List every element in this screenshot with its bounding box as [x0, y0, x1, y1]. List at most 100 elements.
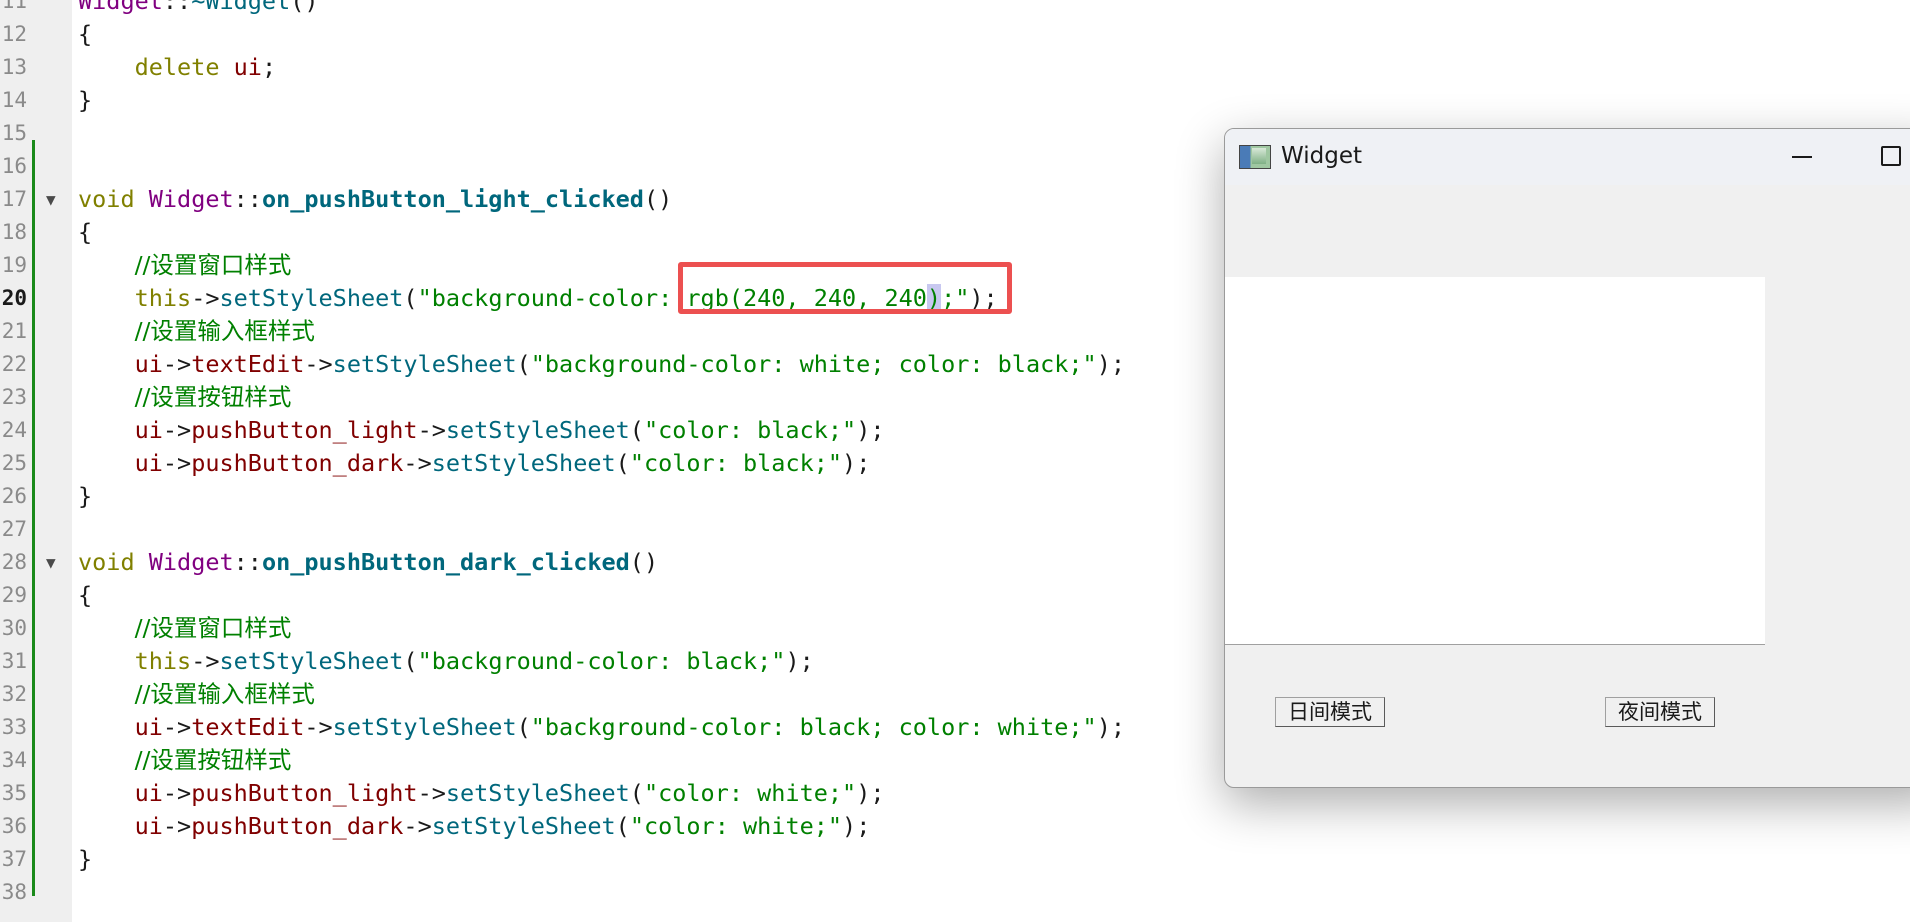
code-line[interactable]: 32 //设置输入框样式: [0, 678, 1200, 711]
fold-arrow-icon[interactable]: ▼: [46, 546, 56, 579]
code-line[interactable]: 34 //设置按钮样式: [0, 744, 1200, 777]
code-token: "color: white;": [643, 779, 857, 807]
code-token: ->: [162, 350, 192, 378]
code-text: //设置窗口样式: [78, 249, 292, 282]
text-edit[interactable]: [1225, 277, 1765, 645]
line-number: 36: [1, 814, 27, 838]
line-number: 21: [1, 319, 27, 343]
code-token: "color: white;": [629, 812, 843, 840]
code-token: (: [403, 284, 418, 312]
line-number: 22: [1, 352, 27, 376]
code-token: ui: [134, 713, 163, 741]
code-line[interactable]: 36 ui->pushButton_dark->setStyleSheet("c…: [0, 810, 1200, 843]
line-number: 14: [1, 88, 27, 112]
dark-mode-button[interactable]: 夜间模式: [1605, 697, 1715, 727]
window-titlebar[interactable]: Widget: [1225, 129, 1910, 185]
code-line[interactable]: 25 ui->pushButton_dark->setStyleSheet("c…: [0, 447, 1200, 480]
code-token: (: [516, 713, 531, 741]
maximize-icon[interactable]: [1865, 129, 1910, 185]
code-token: ->: [417, 779, 446, 807]
minimize-icon[interactable]: [1773, 129, 1829, 185]
code-token: ->: [191, 284, 220, 312]
code-line[interactable]: 29 {: [0, 579, 1200, 612]
code-token: );: [856, 779, 885, 807]
code-line[interactable]: 18 {: [0, 216, 1200, 249]
code-token: ;: [261, 53, 277, 81]
code-text: Widget::~Widget(): [78, 0, 319, 18]
code-line[interactable]: 37}: [0, 843, 1200, 876]
code-text: ui->pushButton_dark->setStyleSheet("colo…: [78, 447, 871, 480]
code-token: );: [1096, 713, 1125, 741]
code-line[interactable]: 20 this->setStyleSheet("background-color…: [0, 282, 1200, 315]
line-number: 19: [1, 253, 27, 277]
code-token: ->: [162, 449, 192, 477]
code-token: setStyleSheet: [445, 779, 630, 807]
code-token: "background-color: black; color: white;": [530, 713, 1097, 741]
code-line[interactable]: 35 ui->pushButton_light->setStyleSheet("…: [0, 777, 1200, 810]
code-line[interactable]: 21 //设置输入框样式: [0, 315, 1200, 348]
code-token: (: [629, 416, 644, 444]
line-number: 27: [1, 517, 27, 541]
code-text: {: [78, 579, 92, 612]
code-line[interactable]: 12 {: [0, 18, 1200, 51]
line-number: 33: [1, 715, 27, 739]
code-line[interactable]: 26}: [0, 480, 1200, 513]
code-token: ::: [162, 0, 192, 15]
line-number: 18: [1, 220, 27, 244]
code-token: ui: [134, 416, 163, 444]
code-token: (): [643, 185, 673, 213]
line-number: 13: [1, 55, 27, 79]
code-line[interactable]: 33 ui->textEdit->setStyleSheet("backgrou…: [0, 711, 1200, 744]
line-number: 28: [1, 550, 27, 574]
code-line[interactable]: 15: [0, 117, 1200, 150]
code-text: ui->pushButton_dark->setStyleSheet("colo…: [78, 810, 871, 843]
code-line[interactable]: 30 //设置窗口样式: [0, 612, 1200, 645]
code-text: //设置输入框样式: [78, 678, 315, 711]
code-token: (): [290, 0, 319, 15]
fold-arrow-icon[interactable]: ▼: [46, 183, 56, 216]
code-token: setStyleSheet: [219, 647, 404, 675]
code-token: {: [78, 20, 93, 48]
line-number: 32: [1, 682, 27, 706]
code-text: void Widget::on_pushButton_dark_clicked(…: [78, 546, 658, 579]
light-mode-button[interactable]: 日间模式: [1275, 697, 1385, 727]
code-token: setStyleSheet: [219, 284, 404, 312]
code-line[interactable]: 22 ui->textEdit->setStyleSheet("backgrou…: [0, 348, 1200, 381]
code-token: void: [78, 548, 135, 576]
code-token: ->: [403, 449, 432, 477]
code-line[interactable]: 31 this->setStyleSheet("background-color…: [0, 645, 1200, 678]
code-line[interactable]: 11 Widget::~Widget(): [0, 0, 1200, 18]
code-token: }: [78, 482, 93, 510]
code-text: ui->textEdit->setStyleSheet("background-…: [78, 348, 1125, 381]
code-line[interactable]: 16: [0, 150, 1200, 183]
code-line[interactable]: 13 delete ui;: [0, 51, 1200, 84]
line-number: 17: [1, 187, 27, 211]
code-token: pushButton_dark: [191, 812, 404, 840]
code-line[interactable]: 27: [0, 513, 1200, 546]
code-token: "background-color: black;": [417, 647, 786, 675]
code-token: (: [615, 449, 630, 477]
code-token: "color: black;": [629, 449, 843, 477]
qt-app-icon: [1239, 145, 1271, 169]
code-token: (: [615, 812, 630, 840]
code-line[interactable]: 17 ▼ void Widget::on_pushButton_light_clic…: [0, 183, 1200, 216]
code-line[interactable]: 38: [0, 876, 1200, 909]
code-line[interactable]: 28 ▼ void Widget::on_pushButton_dark_click…: [0, 546, 1200, 579]
code-line[interactable]: 19 //设置窗口样式: [0, 249, 1200, 282]
code-token: textEdit: [191, 713, 305, 741]
code-line[interactable]: 23 //设置按钮样式: [0, 381, 1200, 414]
code-token: //设置窗口样式: [134, 251, 292, 279]
code-token: on_pushButton_dark_clicked: [261, 548, 630, 576]
code-token: ->: [417, 416, 446, 444]
code-token: {: [78, 218, 93, 246]
code-line[interactable]: 14}: [0, 84, 1200, 117]
code-line[interactable]: 24 ui->pushButton_light->setStyleSheet("…: [0, 414, 1200, 447]
